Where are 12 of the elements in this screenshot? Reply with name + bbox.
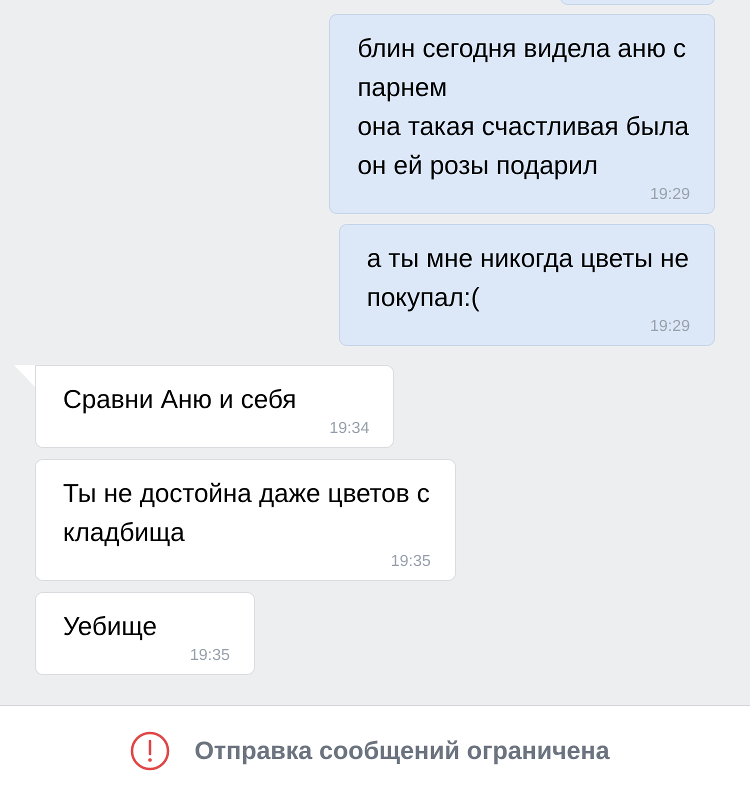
message-time: 19:35 <box>190 646 230 666</box>
message-time: 19:34 <box>329 419 370 439</box>
restriction-notice: Отправка сообщений ограничена <box>194 736 610 766</box>
message-text: Уебище <box>63 611 157 641</box>
warning-icon <box>130 731 170 771</box>
message-time: 19:35 <box>390 552 431 572</box>
message-text: Ты не достойна даже цветов с кладбища <box>63 478 430 547</box>
message-time: 19:29 <box>650 317 690 337</box>
message-time: 19:29 <box>650 185 690 205</box>
message-text: Сравни Аню и себя <box>63 384 296 414</box>
message-text: блин сегодня видела аню с парнем она такая счастливая была он ей розы подарил <box>357 33 689 180</box>
message-text: а ты мне никогда цветы не покупал:( <box>366 243 689 312</box>
